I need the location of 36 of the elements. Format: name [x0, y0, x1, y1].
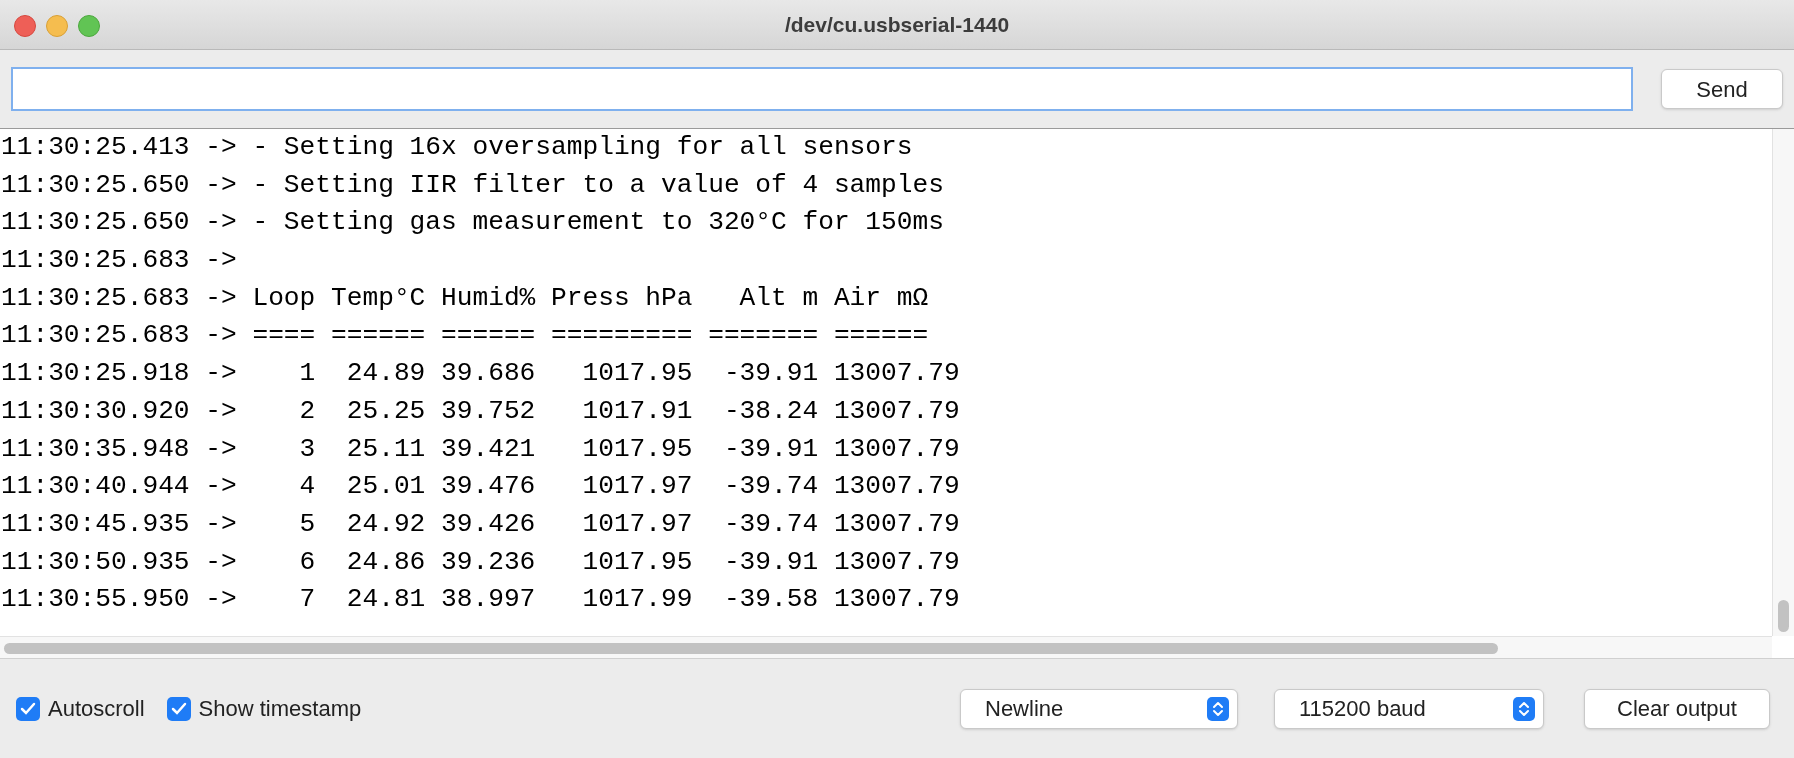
- clear-output-button[interactable]: Clear output: [1584, 688, 1770, 729]
- output-line: 11:30:45.935 -> 5 24.92 39.426 1017.97 -39.74 13007.79: [0, 507, 960, 541]
- output-line: 11:30:25.413 -> - Setting 16x oversampling for all sensors: [0, 131, 913, 164]
- output-line: 11:30:50.935 -> 6 24.86 39.236 1017.95 -39.91 13007.79: [0, 545, 960, 579]
- check-icon: [170, 701, 187, 716]
- minimize-button[interactable]: [46, 15, 68, 37]
- checkbox-label: Autoscroll: [48, 695, 145, 723]
- output-line: 11:30:25.650 -> - Setting gas measurement to 320°C for 150ms: [0, 206, 944, 240]
- output-line: 11:30:30.920 -> 2 25.25 39.752 1017.91 -38.24 13007.79: [0, 394, 960, 428]
- window-title: /dev/cu.usbserial-1440: [784, 11, 1010, 38]
- zoom-button[interactable]: [78, 15, 100, 37]
- check-icon: [20, 701, 36, 716]
- output-line: 11:30:25.683 -> Loop Temp°C Humid% Press hPa Alt m Air mΩ: [0, 281, 929, 315]
- horizontal-scrollbar[interactable]: [0, 636, 1772, 658]
- vertical-scrollbar[interactable]: [1772, 129, 1794, 636]
- checkbox-label: Show timestamp: [198, 695, 362, 723]
- output-line: 11:30:40.944 -> 4 25.01 39.476 1017.97 -39.74 13007.79: [0, 470, 960, 504]
- output-line: 11:30:55.950 -> 7 24.81 38.997 1017.99 -39.58 13007.79: [0, 583, 960, 617]
- baud-rate-select[interactable]: 115200 baud: [1274, 688, 1544, 729]
- option-checkbox[interactable]: Show timestamp: [166, 692, 362, 725]
- close-button[interactable]: [14, 15, 36, 37]
- message-input[interactable]: [11, 67, 1633, 111]
- send-button[interactable]: Send: [1661, 69, 1783, 109]
- stepper-icon: [1513, 696, 1535, 721]
- stepper-icon: [1207, 696, 1229, 721]
- checkbox[interactable]: [166, 696, 191, 721]
- checkbox[interactable]: [16, 696, 40, 721]
- output-line: 11:30:25.650 -> - Setting IIR filter to a value of 4 samples: [0, 168, 944, 202]
- output-line: 11:30:35.948 -> 3 25.11 39.421 1017.95 -39.91 13007.79: [0, 432, 960, 466]
- output-line: 11:30:25.683 -> ==== ====== ====== ========= ======= ======: [0, 319, 929, 353]
- line-ending-select[interactable]: Newline: [960, 688, 1238, 729]
- scrollbar-thumb[interactable]: [4, 643, 1498, 654]
- output-line: 11:30:25.683 ->: [0, 244, 237, 278]
- option-checkbox[interactable]: Autoscroll: [16, 692, 145, 725]
- output-line: 11:30:25.918 -> 1 24.89 39.686 1017.95 -39.91 13007.79: [0, 357, 960, 391]
- scrollbar-thumb[interactable]: [1778, 600, 1789, 632]
